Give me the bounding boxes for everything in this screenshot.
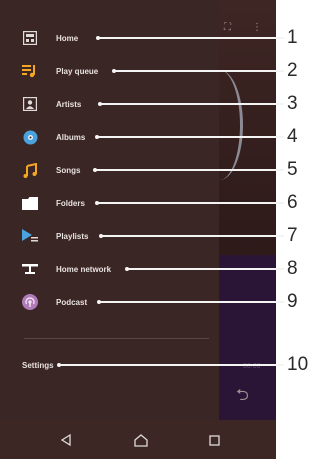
callout-line-7 bbox=[101, 235, 284, 237]
callout-line-9 bbox=[99, 301, 284, 303]
callout-line-10 bbox=[59, 364, 284, 366]
callout-number: 4 bbox=[287, 126, 298, 147]
home-network-icon bbox=[22, 261, 38, 277]
callout-line-1 bbox=[98, 37, 284, 39]
podcast-icon bbox=[22, 294, 38, 310]
callout-line-4 bbox=[97, 136, 284, 138]
menu-item-label: Home bbox=[56, 33, 79, 43]
more-options-icon[interactable]: ⋮ bbox=[252, 22, 262, 33]
callout-number: 6 bbox=[287, 192, 298, 213]
recents-icon[interactable] bbox=[203, 429, 225, 451]
menu-item-settings[interactable]: Settings bbox=[0, 351, 219, 381]
callout-line-6 bbox=[97, 202, 284, 204]
callout-line-5 bbox=[95, 169, 284, 171]
menu-item-label: Songs bbox=[56, 165, 81, 175]
folders-icon bbox=[22, 195, 38, 211]
callout-number: 3 bbox=[287, 93, 298, 114]
callout-line-3 bbox=[100, 103, 284, 105]
callout-line-2 bbox=[114, 70, 284, 72]
navigation-drawer: Home Play queue Artists Albums Songs Fol… bbox=[0, 0, 219, 420]
callout-number: 7 bbox=[287, 225, 298, 246]
menu-item-label: Playlists bbox=[56, 231, 89, 241]
back-icon[interactable] bbox=[55, 429, 77, 451]
cast-icon[interactable]: ⛶ bbox=[224, 22, 231, 33]
callout-number: 10 bbox=[287, 354, 309, 375]
callout-number: 8 bbox=[287, 258, 298, 279]
menu-item-label: Albums bbox=[56, 132, 86, 142]
callout-number: 9 bbox=[287, 291, 298, 312]
repeat-icon[interactable]: ⮌ bbox=[236, 384, 249, 411]
playlists-icon bbox=[22, 228, 38, 244]
songs-icon bbox=[22, 162, 38, 178]
divider bbox=[24, 338, 209, 339]
menu-item-label: Artists bbox=[56, 99, 82, 109]
menu-item-label: Home network bbox=[56, 264, 112, 274]
callout-number: 1 bbox=[287, 27, 298, 48]
albums-icon bbox=[22, 129, 38, 145]
menu-item-label: Play queue bbox=[56, 66, 99, 76]
android-navbar bbox=[0, 420, 276, 459]
settings-label: Settings bbox=[22, 361, 54, 370]
artists-icon bbox=[22, 96, 38, 112]
home-icon bbox=[22, 30, 38, 46]
play-queue-icon bbox=[22, 63, 38, 79]
menu-item-label: Podcast bbox=[56, 297, 88, 307]
callout-number: 2 bbox=[287, 60, 298, 81]
phone-screen: ⛶ ⋮ 00:00 ⮌ Home Play queue Artists Albu… bbox=[0, 0, 276, 459]
home-nav-icon[interactable] bbox=[130, 429, 152, 451]
callout-line-8 bbox=[127, 268, 284, 270]
menu-item-label: Folders bbox=[56, 198, 85, 208]
callout-number: 5 bbox=[287, 159, 298, 180]
